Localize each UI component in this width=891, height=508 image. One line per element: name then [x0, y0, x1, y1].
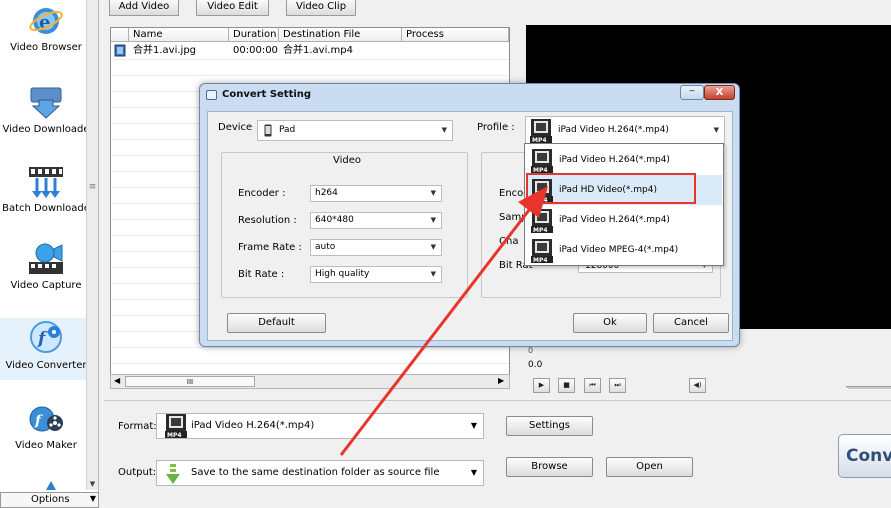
close-button[interactable]: X — [704, 85, 735, 100]
destination-cell: 合并1.avi.mp4 — [283, 45, 353, 56]
svg-text:MP4: MP4 — [167, 432, 182, 439]
device-dropdown[interactable]: Pad ▼ — [257, 120, 453, 141]
device-label: Device — [218, 122, 253, 133]
scroll-left-icon[interactable]: ◀ — [114, 376, 120, 385]
profile-dropdown[interactable]: MP4 iPad Video H.264(*.mp4) ▼ — [525, 116, 725, 146]
film-reel-icon: f — [29, 406, 63, 432]
video-group-title: Video — [333, 155, 362, 166]
chevron-down-icon: ▼ — [89, 494, 96, 503]
chevron-down-icon: ▼ — [470, 468, 477, 477]
encoder-label: Encoder : — [238, 188, 286, 199]
sidebar-item-label: Video Downloade — [2, 124, 90, 135]
globe-e-icon: e — [29, 8, 63, 34]
scroll-thumb[interactable]: III — [125, 376, 255, 387]
options-dropdown[interactable]: Options ▼ — [0, 492, 99, 508]
left-sidebar: e Video Browser Video Downloade Batch Do… — [0, 0, 99, 508]
format-value: iPad Video H.264(*.mp4) — [191, 420, 315, 431]
list-item-label: iPad Video H.264(*.mp4) — [559, 215, 670, 225]
open-button[interactable]: Open — [606, 457, 693, 477]
sidebar-item-label: Video Maker — [15, 440, 77, 451]
sidebar-item-video-downloader[interactable]: Video Downloade — [0, 86, 90, 152]
file-name-cell: 合并1.avi.jpg — [133, 45, 197, 56]
column-header-duration[interactable]: Duration — [229, 28, 279, 42]
volume-icon[interactable]: ◀) — [689, 378, 706, 393]
mp4-file-icon: MP4 — [165, 414, 187, 439]
arrow-down-green-icon — [166, 464, 180, 484]
sidebar-item-label: Video Converter — [5, 360, 87, 371]
sidebar-item-label: Batch Downloade — [2, 203, 90, 214]
default-button[interactable]: Default — [227, 313, 326, 333]
sidebar-scrollbar[interactable]: ≡ ▼ — [86, 0, 98, 490]
convert-button[interactable]: Conve — [838, 434, 891, 478]
video-clip-button[interactable]: Video Clip — [286, 0, 356, 16]
sidebar-item-batch-downloader[interactable]: Batch Downloade — [0, 165, 90, 231]
output-label: Output: — [118, 467, 157, 478]
duration-cell: 00:00:00 — [233, 45, 278, 56]
chevron-down-icon: ▼ — [441, 126, 447, 134]
partial-next-icon — [46, 481, 56, 490]
video-edit-button[interactable]: Video Edit — [196, 0, 269, 16]
browse-button[interactable]: Browse — [506, 457, 593, 477]
scroll-down-icon[interactable]: ▼ — [87, 478, 98, 490]
batch-download-icon — [29, 167, 63, 198]
dialog-title: Convert Setting — [222, 89, 312, 100]
window-icon — [206, 90, 217, 100]
format-label: Format: — [118, 421, 157, 432]
image-file-icon — [114, 44, 126, 57]
list-item-label: iPad Video H.264(*.mp4) — [559, 155, 670, 165]
add-video-button[interactable]: Add Video — [109, 0, 179, 16]
convert-icon: f — [30, 321, 62, 353]
cancel-button[interactable]: Cancel — [653, 313, 729, 333]
sidebar-item-label: Video Capture — [10, 280, 82, 291]
options-label: Options — [31, 494, 70, 505]
annotation-arrow-icon — [339, 186, 548, 456]
profile-label: Profile : — [477, 122, 515, 133]
device-value: Pad — [279, 125, 296, 135]
camera-capture-icon — [29, 243, 63, 274]
column-header-process[interactable]: Process — [402, 28, 509, 42]
progress-track — [846, 386, 891, 388]
sidebar-item-video-capture[interactable]: Video Capture — [0, 242, 86, 308]
output-dropdown[interactable]: Save to the same destination folder as s… — [156, 460, 484, 486]
profile-value: iPad Video H.264(*.mp4) — [558, 125, 669, 135]
list-item-label: iPad Video MPEG-4(*.mp4) — [559, 245, 679, 255]
sidebar-item-label: Video Browser — [10, 42, 82, 53]
previous-icon[interactable]: ⏮ — [584, 378, 601, 393]
output-value: Save to the same destination folder as s… — [191, 467, 440, 478]
next-icon[interactable]: ⏭ — [609, 378, 626, 393]
mp4-file-icon: MP4 — [530, 119, 552, 144]
column-header-name[interactable]: Name — [129, 28, 229, 42]
download-arrow-icon — [30, 87, 62, 119]
sidebar-item-video-maker[interactable]: f Video Maker — [0, 402, 86, 468]
frame-rate-label: Frame Rate : — [238, 242, 302, 253]
mp4-file-icon: MP4 — [531, 149, 553, 174]
scroll-grip-icon: ≡ — [88, 182, 97, 192]
sidebar-item-video-converter[interactable]: f Video Converter — [0, 318, 87, 380]
stop-icon[interactable]: ■ — [558, 378, 575, 393]
column-header-blank — [111, 28, 129, 42]
ok-button[interactable]: Ok — [573, 313, 647, 333]
list-item[interactable]: MP4 iPad Video H.264(*.mp4) — [526, 145, 722, 175]
bit-rate-label: Bit Rate : — [238, 269, 285, 280]
column-header-destination[interactable]: Destination File — [279, 28, 402, 42]
chevron-down-icon: ▼ — [713, 126, 719, 134]
minimize-button[interactable]: ‒ — [680, 85, 704, 100]
resolution-label: Resolution : — [238, 215, 297, 226]
tablet-icon — [264, 124, 272, 137]
sidebar-item-video-browser[interactable]: e Video Browser — [0, 4, 86, 70]
